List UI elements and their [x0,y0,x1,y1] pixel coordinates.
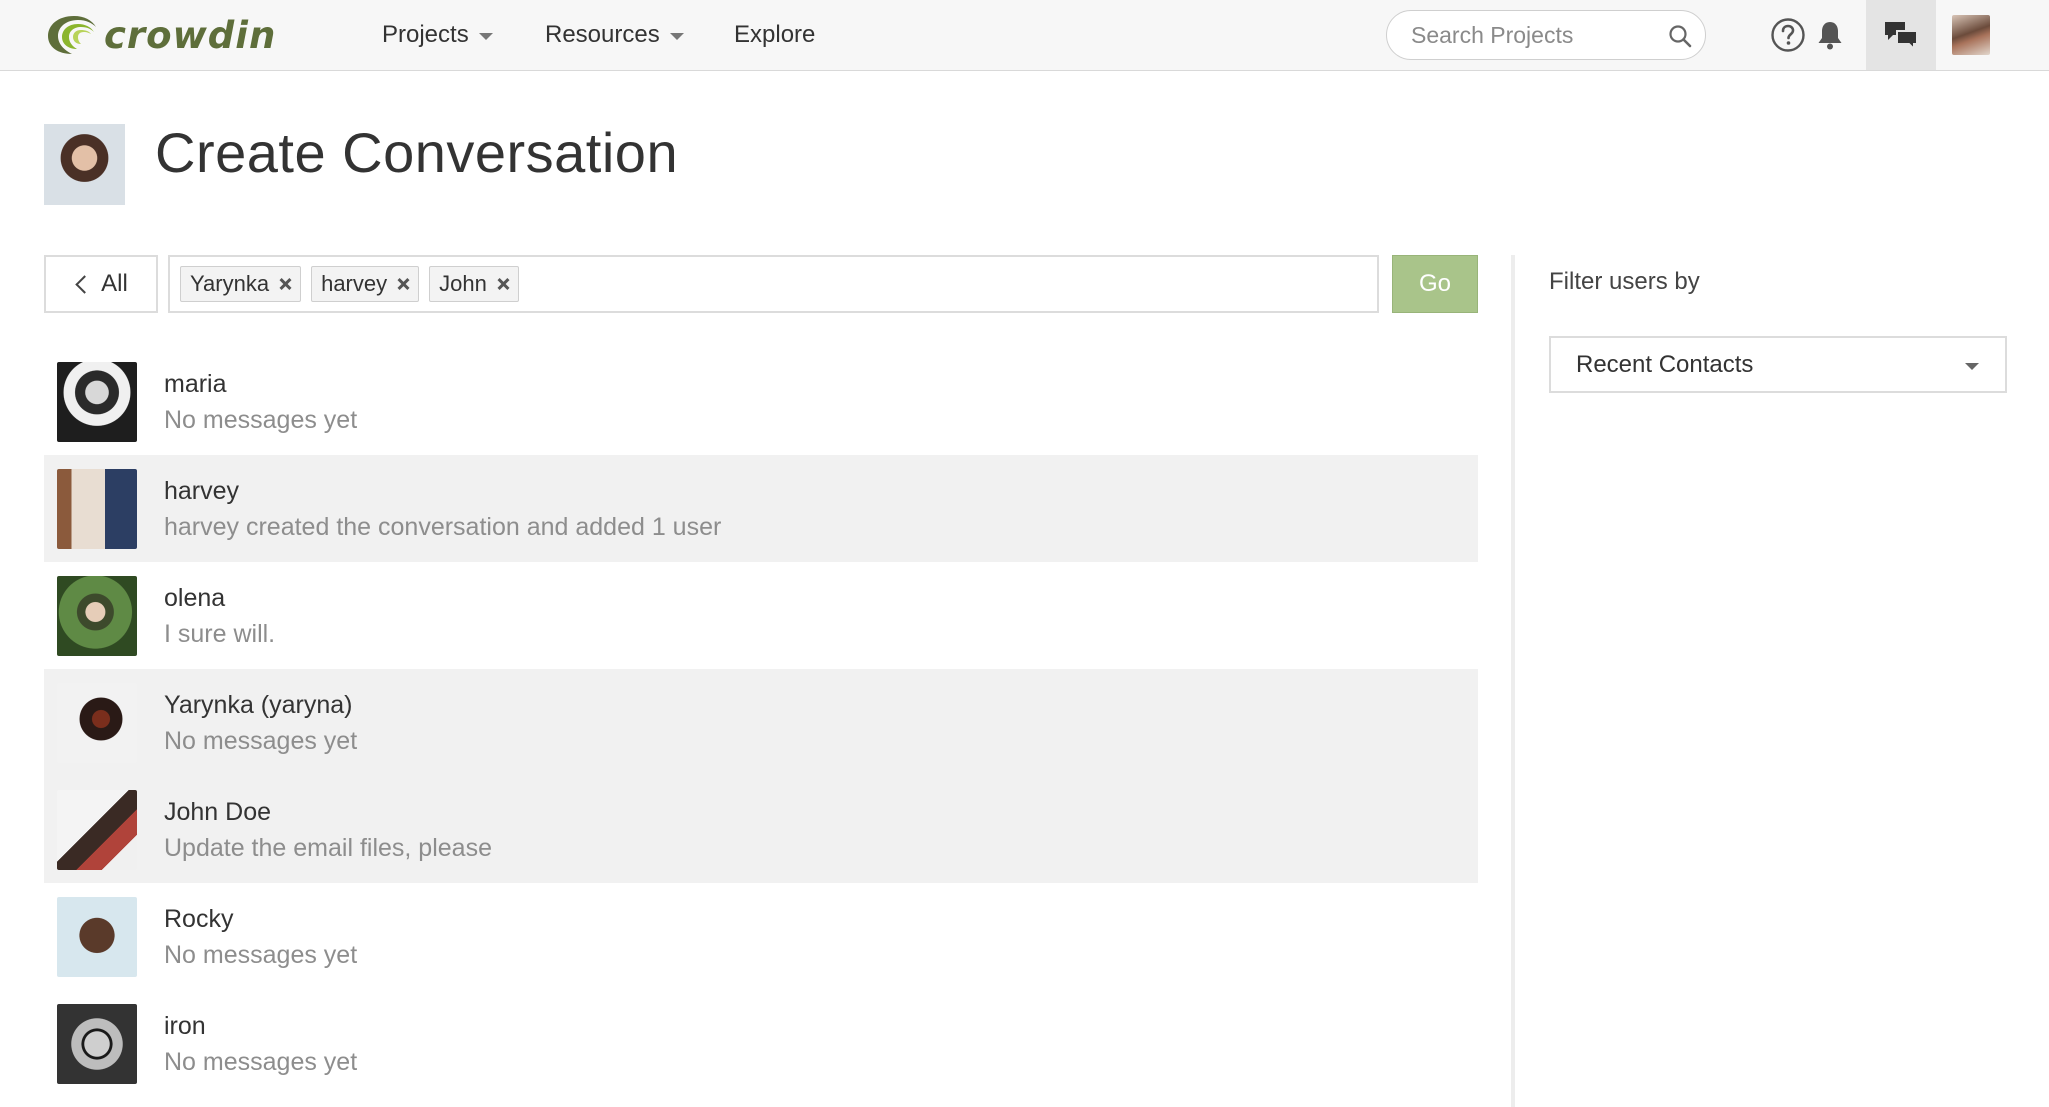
conversation-item[interactable]: Yarynka (yaryna) No messages yet [44,669,1478,776]
nav-explore-label: Explore [734,21,816,48]
conversation-name: harvey [164,476,240,505]
avatar [57,789,137,870]
top-navigation-bar: crowdin Projects Resources Explore [0,0,2049,71]
user-avatar[interactable] [1952,15,1990,55]
crowdin-logo[interactable]: crowdin [44,11,344,59]
conversation-item[interactable]: iron No messages yet [44,990,1478,1097]
search-icon[interactable] [1667,23,1693,49]
conversation-name: John Doe [164,797,272,826]
conversation-item[interactable]: Rocky No messages yet [44,883,1478,990]
back-to-all-label: All [101,270,128,297]
remove-icon[interactable] [496,277,510,291]
back-to-all-button[interactable]: All [44,255,158,313]
filter-select[interactable]: Recent Contacts [1549,336,2007,393]
chat-bubbles-icon [1885,22,1918,51]
search-box [1386,10,1706,60]
avatar [57,1003,137,1084]
conversation-last-message: I sure will. [164,619,276,648]
recipient-chip-label: Yarynka [190,271,270,296]
conversation-item[interactable]: maria No messages yet [44,348,1478,455]
conversation-name: Rocky [164,904,234,933]
conversation-list: maria No messages yet harvey harvey crea… [44,348,1478,1097]
nav-explore[interactable]: Explore [734,17,815,53]
filter-selected-value: Recent Contacts [1576,350,1754,378]
conversation-name: maria [164,369,227,398]
conversation-name: Yarynka (yaryna) [164,690,353,719]
notifications-button[interactable] [1795,0,1865,70]
recipient-chip: Yarynka [180,266,302,302]
conversation-name: iron [164,1011,206,1040]
crowdin-wordmark: crowdin [104,13,277,57]
recipient-input[interactable] [528,263,1377,305]
nav-resources[interactable]: Resources [545,17,684,53]
sidebar-divider [1511,255,1515,1107]
crowdin-logo-icon [48,16,96,54]
messages-button[interactable] [1866,0,1936,70]
chevron-down-icon [1965,363,1979,370]
remove-icon[interactable] [278,277,292,291]
chevron-down-icon [669,32,684,40]
go-button[interactable]: Go [1392,255,1478,313]
conversation-last-message: No messages yet [164,940,358,969]
nav-resources-label: Resources [545,21,660,48]
recipient-chip: harvey [311,266,420,302]
conversation-last-message: Update the email files, please [164,833,492,862]
avatar [57,575,137,656]
conversation-item[interactable]: olena I sure will. [44,562,1478,669]
conversation-name: olena [164,583,226,612]
recipient-chip-label: John [439,271,487,296]
conversation-last-message: harvey created the conversation and adde… [164,512,722,541]
nav-projects-label: Projects [382,21,469,48]
conversation-item[interactable]: harvey harvey created the conversation a… [44,455,1478,562]
avatar [57,896,137,977]
remove-icon[interactable] [396,277,410,291]
current-user-avatar [44,124,125,205]
chevron-down-icon [478,32,493,40]
recipients-field[interactable]: Yarynka harvey John [168,255,1379,313]
conversation-last-message: No messages yet [164,726,358,755]
conversation-item[interactable]: John Doe Update the email files, please [44,776,1478,883]
conversation-last-message: No messages yet [164,1047,358,1076]
search-input[interactable] [1389,13,1649,57]
avatar [57,468,137,549]
conversation-last-message: No messages yet [164,405,358,434]
avatar [57,361,137,442]
chevron-left-icon [75,274,94,294]
bell-icon [1818,22,1842,50]
recipient-chip: John [429,266,519,302]
page-title: Create Conversation [155,121,679,184]
filter-label: Filter users by [1549,268,1700,295]
nav-projects[interactable]: Projects [382,17,493,53]
recipient-chip-label: harvey [321,271,388,296]
avatar [57,682,137,763]
